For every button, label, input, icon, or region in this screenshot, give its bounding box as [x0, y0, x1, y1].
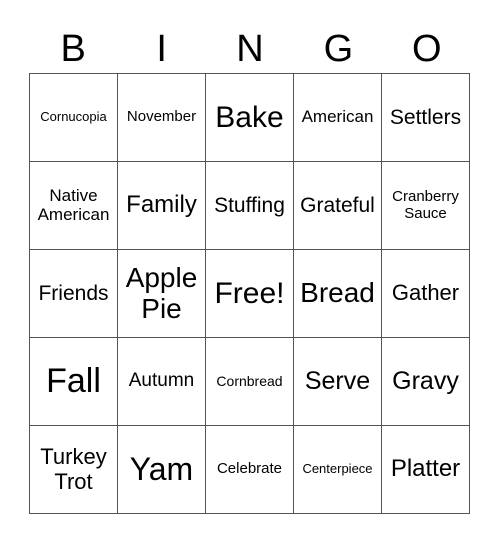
bingo-cell[interactable]: Centerpiece	[294, 426, 382, 514]
bingo-cell[interactable]: November	[118, 74, 206, 162]
bingo-cell[interactable]: Bake	[206, 74, 294, 162]
bingo-cell[interactable]: Stuffing	[206, 162, 294, 250]
bingo-cell[interactable]: Bread	[294, 250, 382, 338]
bingo-cell[interactable]: Gravy	[382, 338, 470, 426]
bingo-cell[interactable]: Friends	[30, 250, 118, 338]
header-letter-i: I	[156, 28, 167, 70]
header-letter-n: N	[236, 28, 264, 70]
bingo-cell[interactable]: Yam	[118, 426, 206, 514]
bingo-cell[interactable]: Cornucopia	[30, 74, 118, 162]
bingo-card-grid: Cornucopia November Bake American Settle…	[29, 73, 470, 514]
bingo-cell[interactable]: Apple Pie	[118, 250, 206, 338]
free-space-cell[interactable]: Free!	[206, 250, 294, 338]
bingo-cell[interactable]: Autumn	[118, 338, 206, 426]
bingo-cell[interactable]: Gather	[382, 250, 470, 338]
bingo-cell[interactable]: Grateful	[294, 162, 382, 250]
bingo-header: B I N G O	[29, 26, 471, 72]
bingo-cell[interactable]: American	[294, 74, 382, 162]
header-letter-b: B	[60, 28, 86, 70]
header-letter-g: G	[323, 28, 354, 70]
bingo-cell[interactable]: Platter	[382, 426, 470, 514]
bingo-cell[interactable]: Fall	[30, 338, 118, 426]
bingo-cell[interactable]: Cornbread	[206, 338, 294, 426]
bingo-cell[interactable]: Cranberry Sauce	[382, 162, 470, 250]
bingo-cell[interactable]: Celebrate	[206, 426, 294, 514]
bingo-cell[interactable]: Turkey Trot	[30, 426, 118, 514]
header-letter-o: O	[412, 28, 442, 70]
bingo-cell[interactable]: Settlers	[382, 74, 470, 162]
bingo-cell[interactable]: Native American	[30, 162, 118, 250]
bingo-cell[interactable]: Serve	[294, 338, 382, 426]
bingo-cell[interactable]: Family	[118, 162, 206, 250]
